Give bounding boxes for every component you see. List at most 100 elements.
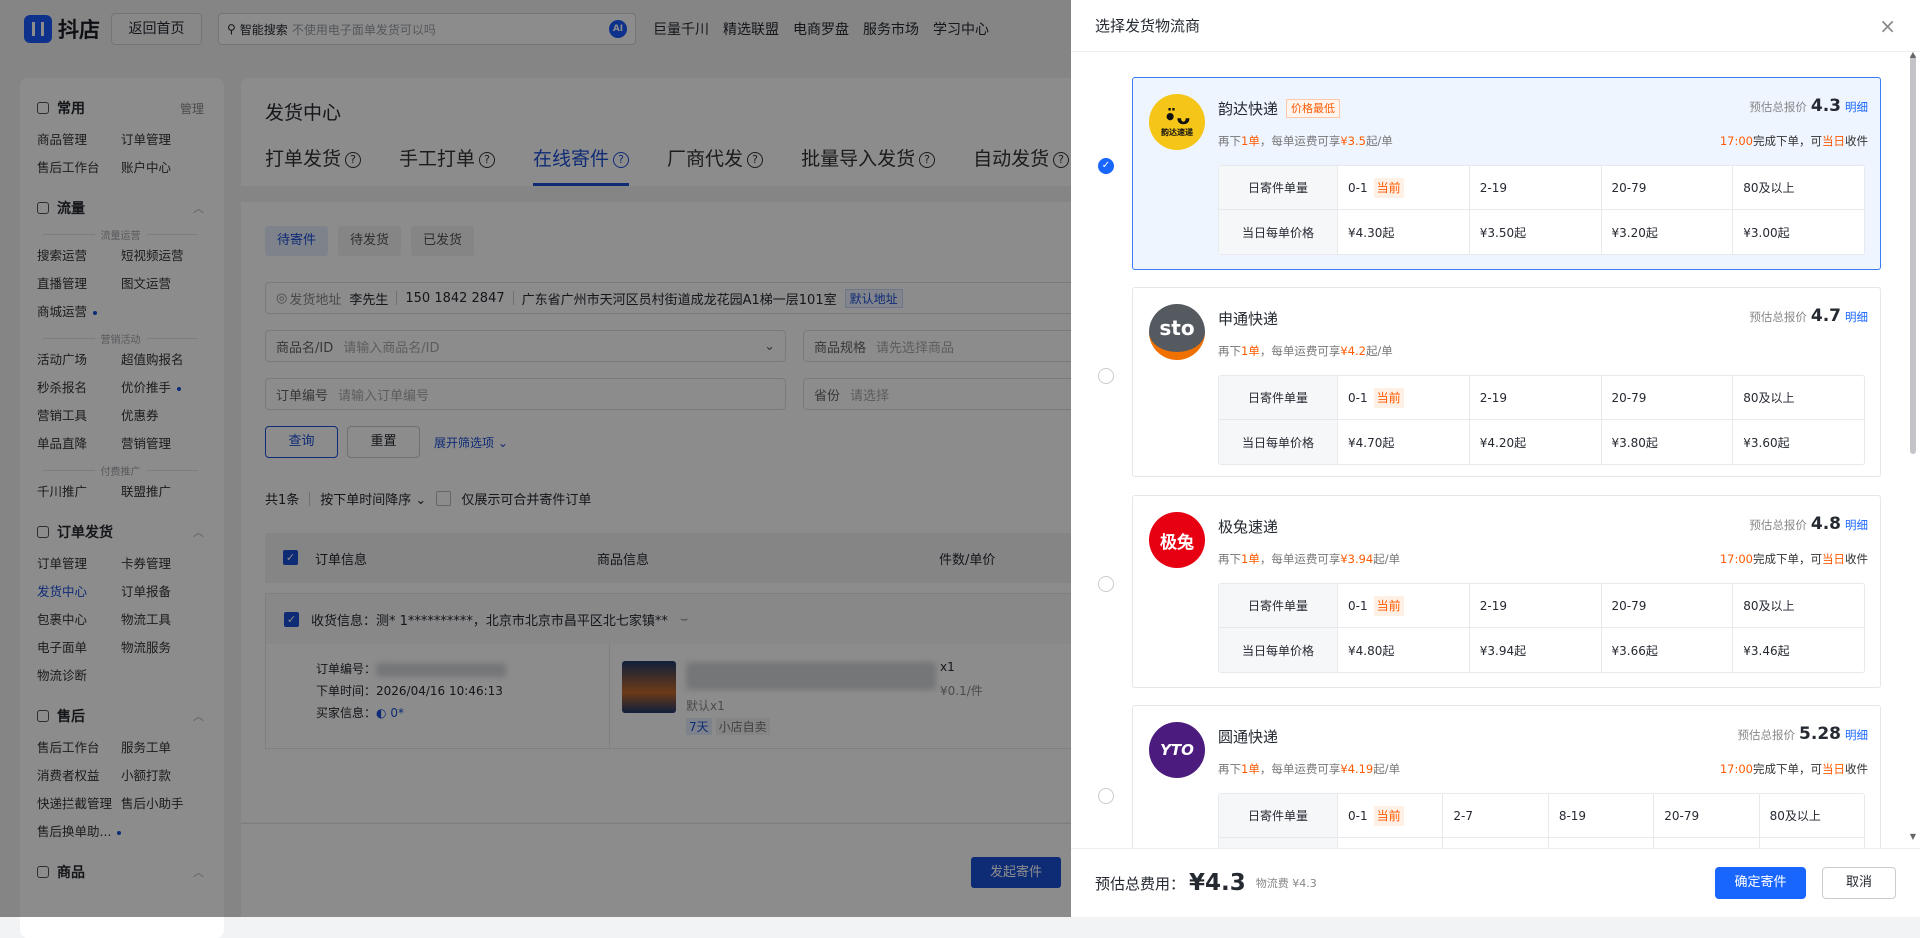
total-amount: ¥4.3 [1189, 870, 1246, 896]
row-header: 当日每单价格 [1219, 628, 1337, 672]
carrier-radio[interactable] [1098, 788, 1114, 804]
price-cell: ¥4.80起 [1337, 628, 1469, 672]
promo-mid: ，每单运费可享 [1259, 344, 1341, 358]
promo-price: ¥3.94 [1340, 552, 1374, 566]
carrier-name-row: 申通快递 [1218, 308, 1278, 329]
promo-price: ¥4.19 [1340, 762, 1374, 776]
quote-label: 预估总报价 [1749, 310, 1807, 324]
cutoff-suffix: 收件 [1845, 552, 1868, 566]
volume-range: 0-1 [1348, 390, 1368, 405]
detail-link[interactable]: 明细 [1845, 99, 1868, 115]
volume-range: 20-79 [1611, 390, 1647, 405]
promo-prefix: 再下 [1218, 134, 1241, 148]
confirm-button[interactable]: 确定寄件 [1715, 867, 1806, 899]
cutoff-mid: 完成下单，可 [1753, 762, 1822, 776]
carrier-name: 圆通快递 [1218, 728, 1279, 746]
row-header: 日寄件单量 [1219, 166, 1337, 209]
quote-value: 4.3 [1810, 96, 1841, 116]
close-icon[interactable]: × [1879, 14, 1896, 38]
cutoff-mid: 完成下单，可 [1753, 134, 1822, 148]
quote-label: 预估总报价 [1749, 518, 1807, 532]
current-tag: 当前 [1373, 595, 1404, 616]
promo-text: 再下1单，每单运费可享¥4.19起/单 [1218, 761, 1400, 777]
volume-range: 20-79 [1611, 598, 1647, 613]
row-header: 当日每单价格 [1219, 210, 1337, 254]
promo-suffix: 起/单 [1365, 344, 1393, 358]
current-tag: 当前 [1373, 177, 1404, 198]
promo-count: 1单 [1241, 762, 1260, 776]
row-header: 当日每单价格 [1219, 838, 1337, 848]
carrier-radio[interactable] [1098, 368, 1114, 384]
detail-link[interactable]: 明细 [1845, 309, 1868, 325]
volume-range: 0-1 [1348, 598, 1368, 613]
promo-prefix: 再下 [1218, 552, 1241, 566]
volume-range: 2-19 [1479, 390, 1507, 405]
volume-row: 日寄件单量 0-1 当前 2-7 8-19 20-79 80及以上 [1219, 794, 1864, 838]
price-cell: ¥3.80起 [1600, 420, 1733, 464]
carrier-card[interactable]: sto 申通快递 预估总报价 4.7 明细 再下1单，每单运费可享¥4.2起/单 日寄件单量… [1098, 287, 1881, 477]
cutoff-mid: 完成下单，可 [1753, 552, 1822, 566]
promo-prefix: 再下 [1218, 762, 1241, 776]
promo-count: 1单 [1241, 134, 1260, 148]
volume-cell: 80及以上 [1732, 166, 1864, 209]
promo-count: 1单 [1241, 552, 1260, 566]
price-cell: ¥3.94起 [1468, 628, 1601, 672]
scroll-down-icon[interactable]: ▼ [1910, 832, 1916, 841]
scrollbar[interactable] [1910, 54, 1916, 454]
volume-range: 80及以上 [1743, 599, 1795, 613]
total-label: 预估总费用： [1095, 874, 1186, 893]
promo-mid: ，每单运费可享 [1259, 552, 1341, 566]
current-tag: 当前 [1373, 387, 1404, 408]
carrier-card[interactable]: 极兔 极兔速递 预估总报价 4.8 明细 再下1单，每单运费可享¥3.94起/单 17:00… [1098, 495, 1881, 688]
carrier-name: 极兔速递 [1218, 518, 1279, 536]
carrier-name-row: 韵达快递 价格最低 [1218, 98, 1341, 119]
volume-cell: 2-19 [1468, 376, 1601, 419]
cutoff-time: 17:00 [1719, 134, 1753, 148]
volume-range: 80及以上 [1743, 391, 1795, 405]
promo-suffix: 起/单 [1365, 134, 1393, 148]
volume-range: 20-79 [1664, 808, 1700, 823]
volume-range: 2-19 [1479, 598, 1507, 613]
estimated-quote: 预估总报价 4.3 明细 [1749, 96, 1868, 116]
carrier-radio[interactable]: ✓ [1098, 158, 1114, 174]
price-cell: ¥3.00起 [1732, 210, 1864, 254]
volume-cell: 20-79 [1600, 584, 1733, 627]
scroll-up-icon[interactable]: ▲ [1910, 50, 1916, 59]
volume-cell: 20-79 [1600, 166, 1733, 209]
carrier-logo: 极兔 [1149, 512, 1205, 568]
estimated-quote: 预估总报价 4.7 明细 [1749, 306, 1868, 326]
carrier-card[interactable]: ✓ •̈ᴗ 韵达速递 韵达快递 价格最低 预估总报价 4.3 明细再下1单，每单运费可享¥3.… [1098, 77, 1881, 270]
quote-label: 预估总报价 [1737, 728, 1796, 742]
promo-suffix: 起/单 [1373, 762, 1401, 776]
promo-price: ¥4.2 [1340, 344, 1366, 358]
price-cell: ¥3.20起 [1600, 210, 1733, 254]
cutoff-day: 当日 [1822, 762, 1845, 776]
price-cell: ¥3.66起 [1600, 628, 1733, 672]
cancel-button[interactable]: 取消 [1822, 867, 1896, 899]
price-cell [1653, 838, 1758, 848]
estimated-quote: 预估总报价 4.8 明细 [1749, 514, 1868, 534]
detail-link[interactable]: 明细 [1845, 517, 1868, 533]
carrier-radio[interactable] [1098, 576, 1114, 592]
quote-value: 4.7 [1810, 306, 1841, 326]
modal-overlay[interactable] [0, 0, 1071, 917]
volume-cell: 0-1 当前 [1337, 584, 1469, 627]
pricing-table: 日寄件单量 0-1 当前 2-19 20-79 80及以上 当日每单价格 ¥4.80起 ¥3.9… [1218, 583, 1865, 673]
volume-range: 0-1 [1348, 808, 1368, 823]
carrier-name: 申通快递 [1218, 310, 1279, 328]
carrier-name-row: 极兔速递 [1218, 516, 1278, 537]
volume-range: 80及以上 [1743, 181, 1795, 195]
promo-prefix: 再下 [1218, 344, 1241, 358]
detail-link[interactable]: 明细 [1845, 727, 1868, 743]
carrier-drawer: 选择发货物流商 × ✓ •̈ᴗ 韵达速递 韵达快递 价格最低 预估总报价 4.3 明细 再下1单，… [1071, 0, 1920, 917]
cutoff-text: 17:00完成下单，可当日收件 [1720, 761, 1868, 777]
price-cell: ¥4.20起 [1468, 420, 1601, 464]
volume-range: 8-19 [1558, 808, 1587, 823]
promo-text: 再下1单，每单运费可享¥3.5起/单 [1218, 133, 1393, 149]
promo-text: 再下1单，每单运费可享¥4.2起/单 [1218, 343, 1393, 359]
volume-range: 0-1 [1348, 180, 1368, 195]
carrier-logo: •̈ᴗ 韵达速递 [1149, 94, 1205, 150]
price-row: 当日每单价格 ¥4.30起 ¥3.50起 ¥3.20起 ¥3.00起 [1219, 210, 1864, 254]
carrier-card[interactable]: YTO 圆通快递 预估总报价 5.28 明细 再下1单，每单运费可享¥4.19起/单 17:… [1098, 705, 1881, 848]
carrier-logo: sto [1149, 304, 1205, 360]
